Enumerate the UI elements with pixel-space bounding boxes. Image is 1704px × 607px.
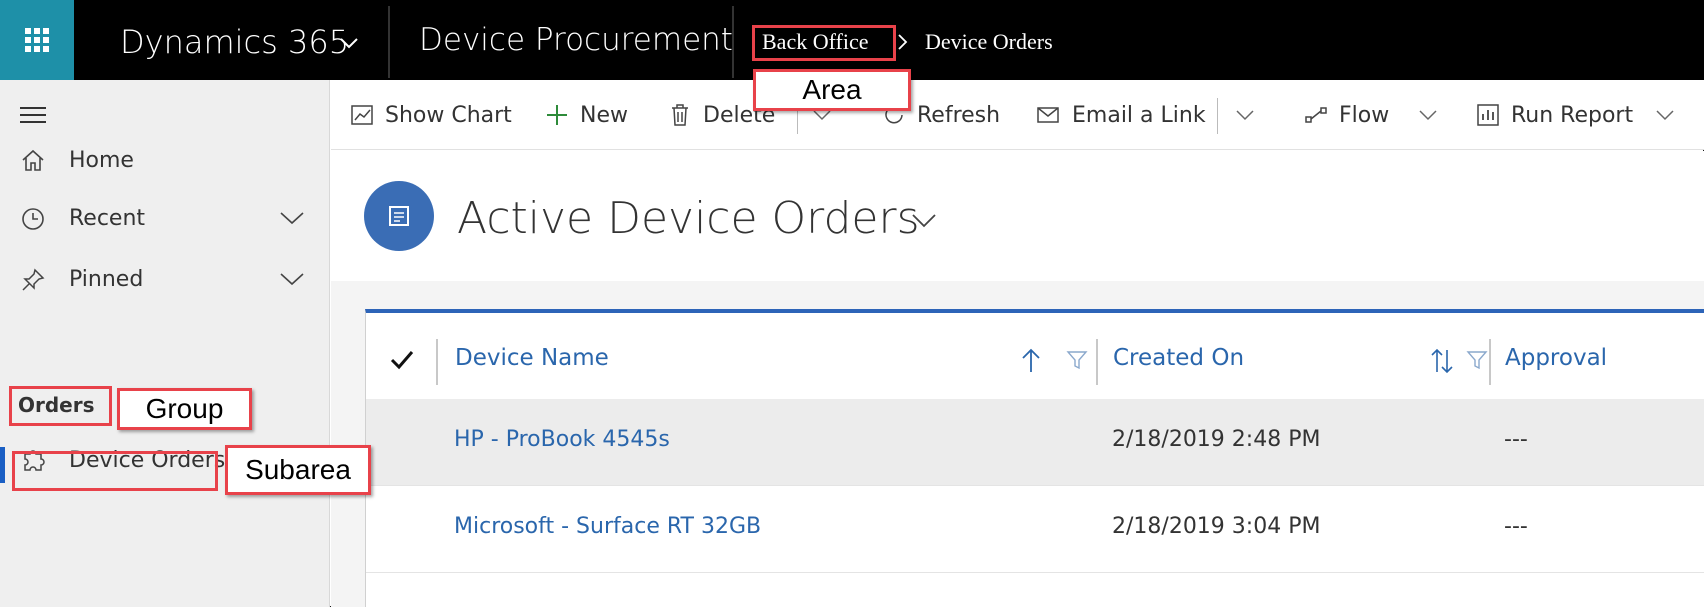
subarea-annotation-label: Subarea: [225, 445, 371, 495]
checkmark-icon[interactable]: [388, 346, 416, 374]
app-launcher-button[interactable]: [0, 0, 74, 80]
group-annotation-label: Group: [117, 388, 252, 430]
sidebar-item-label: Recent: [69, 206, 146, 231]
group-highlight-box: [9, 386, 112, 426]
column-divider: [1096, 339, 1098, 385]
sidebar-item-home[interactable]: Home: [0, 135, 330, 185]
sitemap-sidebar: Home Recent Pinned Orders Device Orders: [0, 80, 330, 607]
approval-cell: ---: [1504, 427, 1528, 452]
show-chart-button[interactable]: Show Chart: [349, 80, 512, 150]
app-name[interactable]: Dynamics 365: [120, 0, 349, 80]
divider: [732, 6, 734, 78]
column-header-approval[interactable]: Approval: [1505, 345, 1607, 371]
records-grid: Device Name Created On Approval HP - Pro…: [365, 309, 1704, 607]
chevron-right-icon: [898, 34, 908, 50]
command-bar: Show Chart New Delete Refresh Email a Li…: [331, 80, 1704, 150]
home-icon: [22, 149, 44, 171]
filter-icon[interactable]: [1066, 349, 1088, 371]
sidebar-item-recent[interactable]: Recent: [0, 193, 330, 243]
show-chart-label: Show Chart: [385, 102, 512, 128]
email-icon: [1037, 107, 1059, 123]
grid-header: Device Name Created On Approval: [366, 313, 1704, 403]
column-header-created-on[interactable]: Created On: [1113, 345, 1244, 371]
plus-icon: [547, 105, 567, 125]
column-divider: [436, 339, 438, 385]
new-label: New: [580, 102, 628, 128]
chevron-down-icon[interactable]: [1417, 106, 1439, 124]
chevron-down-icon[interactable]: [338, 32, 360, 54]
chart-icon: [351, 105, 373, 125]
clock-icon: [22, 208, 44, 230]
pin-icon: [22, 268, 45, 291]
table-row[interactable]: Microsoft - Surface RT 32GB 2/18/2019 3:…: [366, 486, 1704, 573]
new-button[interactable]: New: [544, 80, 628, 150]
divider: [1217, 98, 1218, 134]
table-row[interactable]: HP - ProBook 4545s 2/18/2019 2:48 PM ---: [366, 399, 1704, 486]
divider: [388, 6, 390, 78]
module-name[interactable]: Device Procurement: [419, 0, 733, 80]
chevron-down-icon[interactable]: [909, 209, 939, 231]
hamburger-menu-icon[interactable]: [20, 107, 46, 128]
trash-icon: [672, 104, 688, 126]
chevron-down-icon[interactable]: [1654, 106, 1676, 124]
entity-icon: [364, 181, 434, 251]
area-annotation-label: Area: [753, 69, 911, 111]
view-header: Active Device Orders: [331, 151, 1704, 281]
area-highlight-box: [752, 25, 896, 61]
column-divider: [1489, 339, 1491, 385]
chevron-down-icon[interactable]: [1234, 106, 1256, 124]
email-link-button[interactable]: Email a Link: [1036, 80, 1206, 150]
sidebar-item-label: Pinned: [69, 267, 144, 292]
run-report-label: Run Report: [1511, 102, 1634, 128]
created-on-cell: 2/18/2019 3:04 PM: [1112, 514, 1321, 539]
created-on-cell: 2/18/2019 2:48 PM: [1112, 427, 1321, 452]
column-header-device-name[interactable]: Device Name: [455, 345, 609, 371]
puzzle-icon: [389, 206, 409, 226]
run-report-button[interactable]: Run Report: [1475, 80, 1633, 150]
sort-ascending-icon[interactable]: [1018, 346, 1044, 376]
view-title[interactable]: Active Device Orders: [457, 193, 920, 244]
flow-label: Flow: [1339, 102, 1390, 128]
device-name-link[interactable]: Microsoft - Surface RT 32GB: [454, 514, 761, 539]
email-link-label: Email a Link: [1072, 102, 1206, 128]
chevron-down-icon[interactable]: [278, 208, 306, 228]
device-name-link[interactable]: HP - ProBook 4545s: [454, 427, 670, 452]
filter-icon[interactable]: [1466, 349, 1488, 371]
flow-icon: [1305, 107, 1327, 123]
flow-button[interactable]: Flow: [1303, 80, 1389, 150]
refresh-label: Refresh: [917, 102, 1001, 128]
breadcrumb-current[interactable]: Device Orders: [925, 29, 1053, 55]
sidebar-item-pinned[interactable]: Pinned: [0, 254, 330, 304]
chevron-down-icon[interactable]: [278, 269, 306, 289]
waffle-icon: [25, 28, 49, 52]
main-content: Active Device Orders Device Name Created…: [331, 151, 1704, 607]
report-icon: [1477, 104, 1499, 126]
sort-icon[interactable]: [1429, 346, 1455, 376]
approval-cell: ---: [1504, 514, 1528, 539]
subarea-highlight-box: [12, 451, 218, 491]
sidebar-item-label: Home: [69, 148, 134, 173]
